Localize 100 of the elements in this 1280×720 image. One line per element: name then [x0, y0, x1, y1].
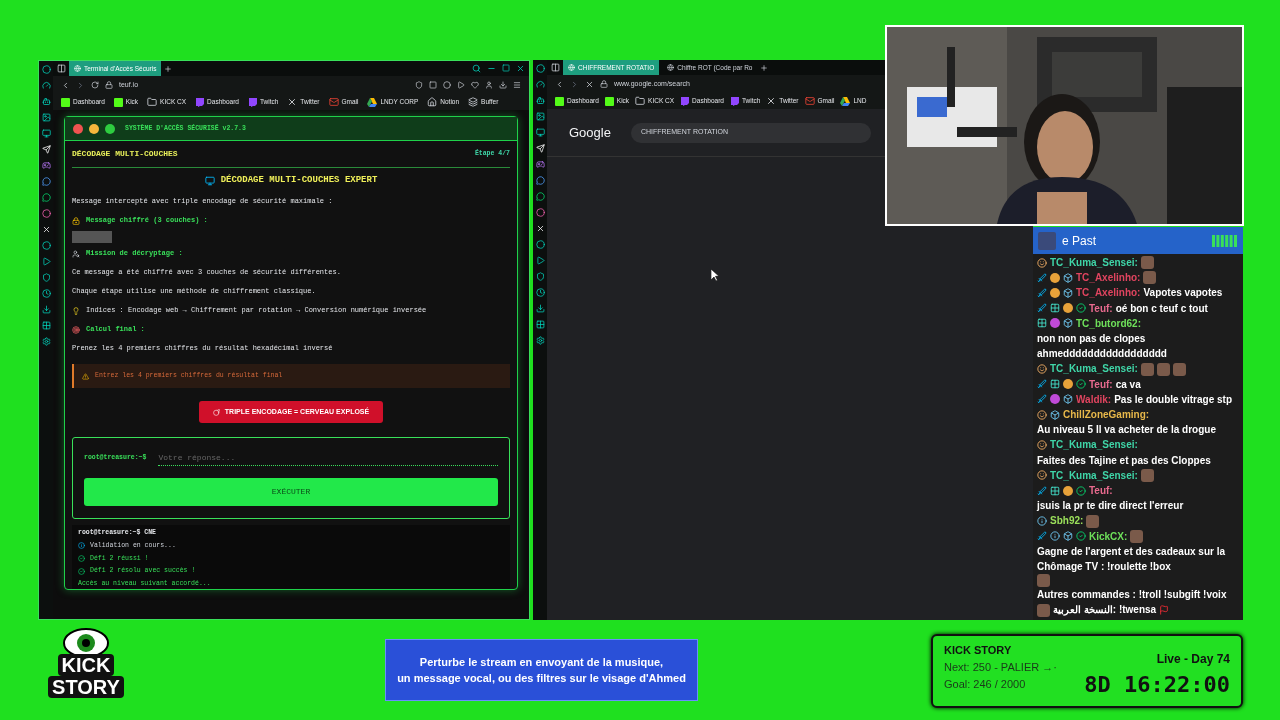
- search-icon[interactable]: [472, 64, 481, 73]
- send-icon[interactable]: [41, 145, 51, 154]
- image-icon[interactable]: [41, 113, 51, 122]
- robot-icon[interactable]: [535, 96, 545, 105]
- toolbar-icon[interactable]: [513, 81, 521, 89]
- cube-badge-icon: [1063, 318, 1073, 329]
- chat-username[interactable]: TC_butord62:: [1076, 315, 1141, 331]
- kick-logo-icon: [61, 97, 70, 107]
- screen-icon[interactable]: [41, 129, 51, 138]
- chat-username[interactable]: Teuf:: [1089, 376, 1113, 392]
- mail-icon: [804, 96, 815, 106]
- speed-dial-icon[interactable]: [41, 81, 51, 90]
- lock-icon: [105, 81, 113, 89]
- reload-icon[interactable]: [91, 81, 99, 89]
- image-icon[interactable]: [535, 112, 545, 121]
- sword-badge-icon: [1037, 272, 1047, 283]
- execute-button[interactable]: EXÉCUTER: [84, 478, 498, 506]
- level-bars-icon: [1212, 234, 1238, 247]
- play-icon[interactable]: [41, 257, 51, 266]
- grid-badge-icon: [1050, 379, 1060, 390]
- send-icon[interactable]: [535, 144, 545, 153]
- chat-message: Faites des Tajine et pas des Cloppes: [1037, 453, 1211, 468]
- robot-icon[interactable]: [41, 97, 51, 106]
- play-icon[interactable]: [535, 256, 545, 265]
- verified-badge-icon: [1076, 303, 1086, 314]
- chat-username[interactable]: TC_Axelinho:: [1076, 285, 1141, 301]
- history-icon[interactable]: [41, 289, 51, 298]
- new-tab-icon[interactable]: [760, 63, 769, 72]
- cube-badge-icon: [1063, 288, 1073, 298]
- download-icon[interactable]: [41, 305, 51, 314]
- warning-icon: [82, 372, 89, 380]
- check-icon: [78, 567, 85, 575]
- back-icon[interactable]: [61, 80, 70, 90]
- chat-username[interactable]: Teuf:: [1089, 483, 1113, 499]
- x-logo-icon[interactable]: [41, 225, 51, 234]
- panels-icon[interactable]: [535, 320, 545, 329]
- chat-username[interactable]: KickCX:: [1089, 528, 1128, 544]
- sword-badge-icon: [1037, 288, 1047, 298]
- banner-text: un message vocal, ou des filtres sur le visage d'Ahmed: [397, 671, 686, 686]
- toolbar-icon[interactable]: [415, 81, 423, 89]
- countdown-timer: 8D 16:22:00: [1084, 671, 1230, 699]
- chat-username[interactable]: ChillZoneGaming:: [1063, 407, 1150, 423]
- chat-username[interactable]: Teuf:: [1089, 300, 1113, 316]
- chat-username[interactable]: TC_Kuma_Sensei:: [1050, 361, 1138, 377]
- chat-message: Autres commandes : !troll !subgift !voix: [1037, 588, 1227, 603]
- info-badge-icon: [1050, 531, 1060, 542]
- chat-username[interactable]: TC_Axelinho:: [1076, 270, 1141, 286]
- chat-message: jsuis la pr te dire direct l'erreur: [1037, 499, 1184, 514]
- live-day: Live - Day 74: [1156, 650, 1230, 668]
- google-logo[interactable]: Google: [569, 122, 611, 143]
- sword-badge-icon: [1037, 303, 1047, 314]
- settings-icon[interactable]: [41, 337, 51, 346]
- emote-icon: [1143, 271, 1157, 285]
- chat-username[interactable]: TC_Kuma_Sensei:: [1050, 437, 1138, 453]
- cube-badge-icon: [1050, 409, 1060, 420]
- drive-logo-icon: [367, 97, 378, 107]
- emote-icon: [1156, 362, 1170, 376]
- new-tab-icon[interactable]: [164, 64, 173, 73]
- home-icon: [427, 97, 438, 107]
- toolbar-icon[interactable]: [485, 81, 493, 89]
- settings-icon[interactable]: [535, 336, 545, 345]
- close-icon[interactable]: [516, 64, 525, 73]
- speed-dial-icon[interactable]: [535, 80, 545, 89]
- coin-badge-icon: [1063, 485, 1073, 496]
- chat-username[interactable]: Sbh92:: [1050, 513, 1084, 529]
- toolbar-icon[interactable]: [499, 81, 507, 89]
- gem-badge-icon: [1050, 318, 1060, 329]
- x-logo-icon[interactable]: [535, 224, 545, 233]
- folder-icon: [635, 96, 646, 106]
- kick-logo-icon: [555, 96, 564, 106]
- twitch-logo-icon: [680, 96, 690, 106]
- panels-icon[interactable]: [41, 321, 51, 330]
- tab-list-icon[interactable]: [551, 63, 560, 72]
- maximize-icon[interactable]: [502, 64, 510, 72]
- emote-icon: [1140, 468, 1154, 482]
- chat-username[interactable]: Waldik:: [1076, 391, 1112, 408]
- cube-badge-icon: [1063, 394, 1073, 405]
- logo-text: KICK: [57, 654, 115, 676]
- chat-message: Au niveau 5 Il va acheter de la drogue: [1037, 423, 1216, 438]
- answer-field[interactable]: Votre réponse...: [158, 450, 498, 466]
- screen-icon[interactable]: [535, 128, 545, 137]
- x-logo-icon: [287, 97, 298, 107]
- stop-icon[interactable]: [585, 79, 594, 89]
- chat-username[interactable]: TC_Kuma_Sensei:: [1050, 467, 1138, 484]
- cube-badge-icon: [1063, 531, 1073, 542]
- smile-badge-icon: [1037, 364, 1047, 374]
- chat-username[interactable]: TC_Kuma_Sensei:: [1050, 255, 1138, 271]
- coin-badge-icon: [1063, 379, 1073, 390]
- coin-badge-icon: [1063, 303, 1073, 314]
- chat-message: Vapotes vapotes: [1143, 286, 1223, 301]
- history-icon[interactable]: [535, 288, 545, 297]
- sword-badge-icon: [1037, 379, 1047, 390]
- challenge-heading: DÉCODAGE MULTI-COUCHES EXPERT: [220, 174, 378, 188]
- back-icon[interactable]: [555, 79, 564, 89]
- sword-badge-icon: [1037, 531, 1047, 542]
- verified-badge-icon: [1076, 485, 1086, 496]
- lock-icon: [600, 80, 608, 88]
- tab-list-icon[interactable]: [57, 64, 66, 73]
- download-icon[interactable]: [535, 304, 545, 313]
- cube-badge-icon: [1063, 272, 1073, 283]
